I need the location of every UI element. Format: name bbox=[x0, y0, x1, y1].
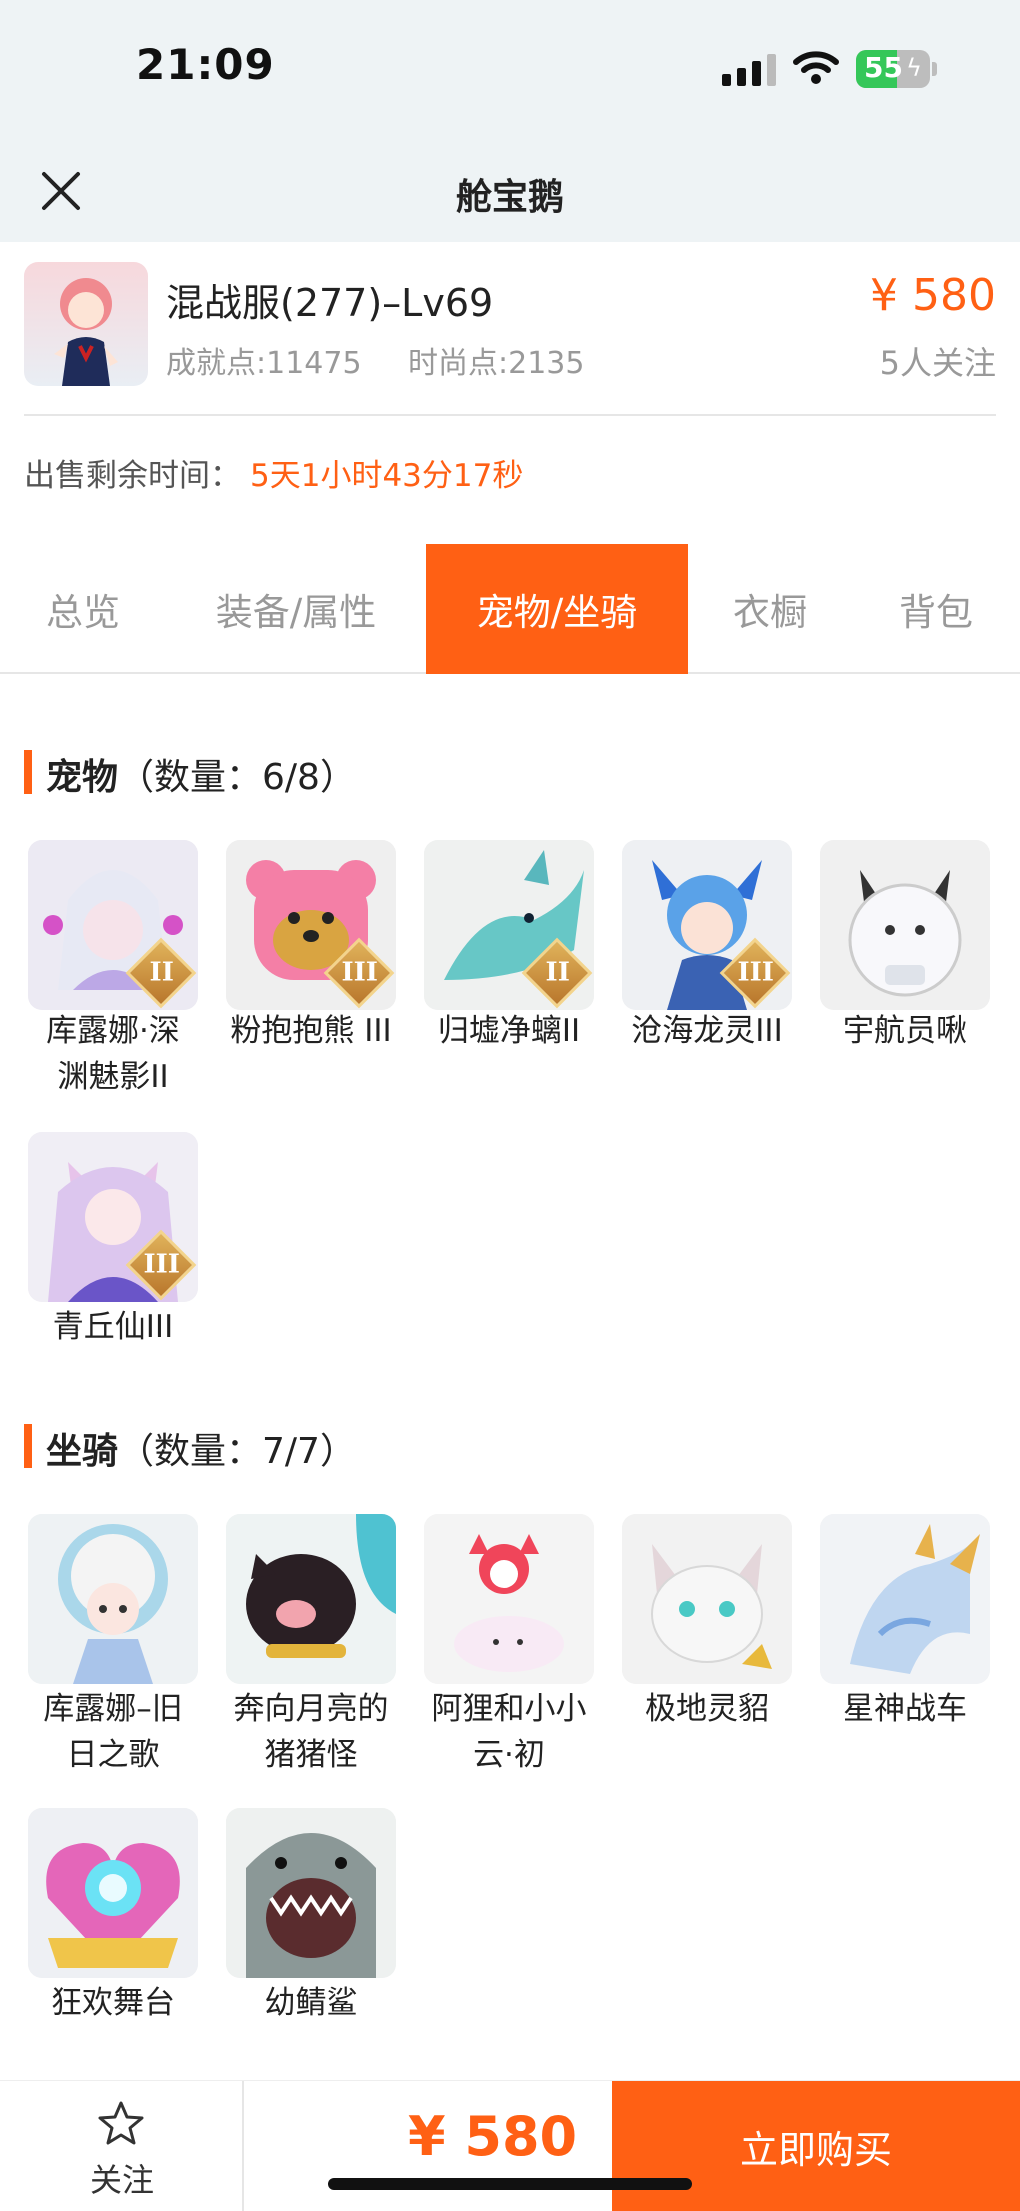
mount-tile[interactable] bbox=[622, 1514, 792, 1684]
server-level: 混战服(277)–Lv69 bbox=[166, 281, 494, 325]
section-accent-bar bbox=[24, 1424, 32, 1468]
page-title: 舱宝鹅 bbox=[455, 177, 564, 218]
pet-tile[interactable]: III bbox=[622, 840, 792, 1010]
mount-name: 星神战车 bbox=[843, 1691, 967, 1727]
pet-tile[interactable]: III bbox=[226, 840, 396, 1010]
mount-tile[interactable] bbox=[28, 1808, 198, 1978]
bottom-price: ¥ 580 bbox=[408, 2105, 578, 2168]
buy-now-button[interactable]: 立即购买 bbox=[612, 2081, 1020, 2211]
pet-name: 沧海龙灵III bbox=[631, 1013, 783, 1049]
tab-overview[interactable]: 总览 bbox=[0, 544, 166, 674]
mount-name: 阿狸和小小 云·初 bbox=[431, 1691, 587, 1773]
mount-tile[interactable] bbox=[424, 1514, 594, 1684]
pets-section-title: 宠物（数量：6/8） bbox=[46, 748, 356, 800]
watchers-count: 5人关注 bbox=[879, 344, 996, 382]
pet-tile[interactable]: III bbox=[28, 1132, 198, 1302]
section-accent-bar bbox=[24, 750, 32, 794]
status-time: 21:09 bbox=[136, 40, 275, 89]
pets-count: （数量：6/8） bbox=[118, 757, 356, 798]
top-bar: 21:09 55 ϟ 舱宝鹅 bbox=[0, 0, 1020, 242]
mount-name: 狂欢舞台 bbox=[51, 1985, 175, 2021]
charging-bolt-icon: ϟ bbox=[906, 54, 922, 82]
star-icon bbox=[98, 2101, 144, 2145]
mounts-title: 坐骑 bbox=[46, 1431, 119, 1472]
mount-name: 幼鲭鲨 bbox=[264, 1985, 358, 2021]
role-avatar bbox=[24, 262, 148, 386]
mount-tile[interactable] bbox=[820, 1514, 990, 1684]
pets-title: 宠物 bbox=[46, 757, 119, 798]
tab-pets-mounts[interactable]: 宠物/坐骑 bbox=[426, 544, 688, 674]
mounts-count: （数量：7/7） bbox=[118, 1431, 356, 1472]
pet-tile[interactable] bbox=[820, 840, 990, 1010]
mount-tile[interactable] bbox=[28, 1514, 198, 1684]
pet-name: 青丘仙III bbox=[52, 1309, 174, 1345]
bottom-action-bar: 关注 ¥ 580 立即购买 bbox=[0, 2080, 1020, 2211]
battery-tip bbox=[932, 62, 937, 76]
pet-name: 库露娜·深 渊魅影II bbox=[46, 1013, 180, 1095]
battery-level: 55 bbox=[864, 51, 903, 84]
mount-tile[interactable] bbox=[226, 1514, 396, 1684]
fashion-points: 时尚点:2135 bbox=[408, 346, 585, 381]
pet-tile[interactable]: II bbox=[424, 840, 594, 1010]
mount-name: 极地灵貂 bbox=[645, 1691, 769, 1727]
remaining-time-value: 5天1小时43分17秒 bbox=[250, 458, 524, 494]
tab-equipment[interactable]: 装备/属性 bbox=[166, 544, 426, 674]
home-indicator bbox=[328, 2178, 692, 2190]
remaining-time-label: 出售剩余时间： bbox=[24, 458, 241, 494]
mount-name: 库露娜–旧 日之歌 bbox=[43, 1691, 183, 1773]
battery-icon: 55 ϟ bbox=[856, 50, 930, 88]
achievement-points: 成就点:11475 bbox=[166, 346, 362, 381]
tab-bar: 总览 装备/属性 宠物/坐骑 衣橱 背包 bbox=[0, 544, 1020, 674]
pet-name: 粉抱抱熊 III bbox=[230, 1013, 392, 1049]
wifi-icon bbox=[793, 51, 839, 84]
tab-wardrobe[interactable]: 衣橱 bbox=[688, 544, 852, 674]
follow-button[interactable]: 关注 bbox=[0, 2081, 244, 2211]
pet-name: 宇航员啾 bbox=[843, 1013, 967, 1049]
mount-name: 奔向月亮的 猪猪怪 bbox=[233, 1691, 389, 1773]
tab-bag[interactable]: 背包 bbox=[852, 544, 1020, 674]
follow-label: 关注 bbox=[89, 2161, 154, 2199]
price: ¥ 580 bbox=[870, 270, 996, 321]
divider bbox=[24, 414, 996, 416]
mount-tile[interactable] bbox=[226, 1808, 396, 1978]
pet-tile[interactable]: II bbox=[28, 840, 198, 1010]
pet-name: 归墟净螭II bbox=[437, 1013, 581, 1049]
mounts-section-title: 坐骑（数量：7/7） bbox=[46, 1422, 356, 1474]
cellular-signal-icon bbox=[722, 54, 776, 86]
